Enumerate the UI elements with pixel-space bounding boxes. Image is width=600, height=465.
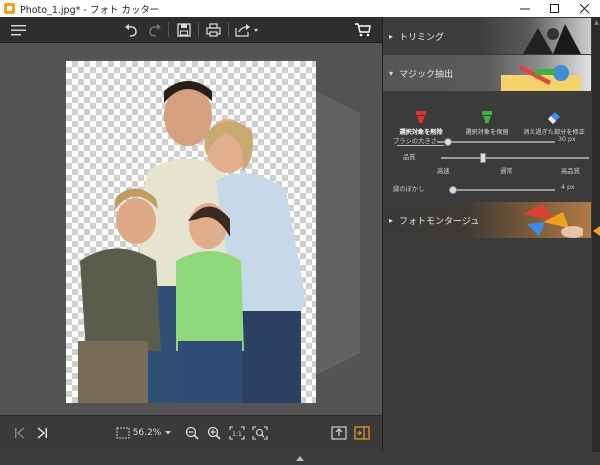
scroll-up-icon: ▲ [594,19,599,26]
window-title: Photo_1.jpg* - フォト カッター [20,4,160,16]
zoom-fit-icon [252,426,268,440]
quality-option-normal: 通常 [500,168,513,175]
chevron-down-icon [165,431,171,435]
quality-label: 品質 [403,154,416,161]
export-icon [331,426,347,440]
quality-row: 品質 高速 通常 高品質 [393,152,589,178]
toolbar-divider [168,22,169,37]
quality-option-fast: 高速 [437,168,450,175]
section-label: フォトモンタージュ [399,216,480,227]
edge-blur-value: 4 px [561,184,575,191]
magic-extract-thumbnail [501,65,581,91]
chevron-down-icon: ▾ [388,68,393,78]
panel-toggle-icon [354,426,370,440]
close-icon [580,3,590,13]
share-button[interactable] [234,20,260,39]
quality-option-high: 高品質 [561,168,580,175]
edge-blur-slider[interactable] [449,189,555,191]
brush-size-row: ブラシの大きさ 30 px [393,136,588,148]
brush-size-slider[interactable] [437,141,555,143]
menu-button[interactable] [10,20,28,39]
svg-text:1:1: 1:1 [232,431,242,438]
section-label: マジック抽出 [399,69,454,80]
brush-size-knob[interactable] [444,138,452,146]
fit-zoom-button[interactable] [251,424,269,442]
redo-icon [149,23,161,37]
collapse-bottom-handle[interactable] [296,446,304,461]
save-button[interactable] [175,20,193,39]
first-image-button[interactable] [12,424,28,442]
export-button[interactable] [330,424,348,442]
section-trimming[interactable]: ▸ トリミング [383,18,591,54]
toolbar-divider [228,22,229,37]
photo-preview[interactable] [66,61,316,403]
hamburger-icon [11,24,26,35]
edge-blur-knob[interactable] [449,186,457,194]
print-icon [205,22,221,37]
close-button[interactable] [570,0,600,17]
tool-label: 消え過ぎた部分を修正 [523,129,585,136]
eraser-blue-icon [548,112,560,124]
edge-blur-row: 縁のぼかし 4 px [393,184,588,196]
actual-size-button[interactable]: 1:1 [228,424,246,442]
print-button[interactable] [204,20,222,39]
scroll-pointer-icon [593,226,600,236]
minimize-button[interactable] [510,0,540,17]
edge-blur-label: 縁のぼかし [393,186,425,193]
maximize-button[interactable] [540,0,570,17]
save-icon [177,22,191,37]
zoom-in-icon [207,426,221,440]
share-icon [235,23,258,37]
toggle-panel-button[interactable] [353,424,371,442]
tool-label: 選択対象を削除 [399,129,443,136]
section-label: トリミング [399,32,445,43]
app-logo-icon [4,3,15,14]
cart-icon [355,22,371,36]
panel-scrollbar[interactable]: ▲ [592,17,600,452]
tools-panel: ▸ トリミング ▾ マジック抽出 選択対象を削除 選択対象を保留 消え過ぎた部分… [382,17,600,452]
undo-button[interactable] [122,20,140,39]
chevron-right-icon: ▸ [388,215,393,225]
fit-screen-button[interactable] [115,424,131,442]
zoom-in-button[interactable] [206,424,222,442]
title-bar: Photo_1.jpg* - フォト カッター [0,0,600,17]
quality-knob[interactable] [480,153,486,163]
minimize-icon [520,8,530,9]
chevron-right-icon: ▸ [388,31,393,41]
zoom-out-icon [185,426,199,440]
marker-green-icon [482,111,492,123]
cart-button[interactable] [354,20,372,39]
section-photo-montage[interactable]: ▸ フォトモンタージュ [383,202,591,238]
maximize-icon [550,3,559,13]
bottom-bar: 56.2% 1:1 [0,415,382,453]
brush-size-value: 30 px [558,136,576,143]
fit-screen-icon [116,427,130,439]
skip-next-icon [37,427,47,439]
redo-button[interactable] [146,20,164,39]
tool-label: 選択対象を保留 [465,129,509,136]
zoom-level: 56.2% [132,428,162,438]
actual-size-icon: 1:1 [229,426,245,440]
family-photo-image [78,81,306,403]
brush-size-label: ブラシの大きさ [393,138,437,145]
quality-slider[interactable] [441,157,589,159]
skip-previous-icon [15,427,25,439]
image-canvas[interactable] [0,43,382,415]
section-magic-extract[interactable]: ▾ マジック抽出 [383,55,591,91]
eraser-red-icon [416,111,426,123]
photo-montage-thumbnail [523,204,583,238]
chevron-up-icon [296,456,304,461]
trimming-thumbnail [523,24,581,54]
undo-icon [125,23,137,37]
next-image-button[interactable] [34,424,50,442]
toolbar-divider [198,22,199,37]
zoom-out-button[interactable] [184,424,200,442]
zoom-dropdown[interactable] [163,424,173,442]
